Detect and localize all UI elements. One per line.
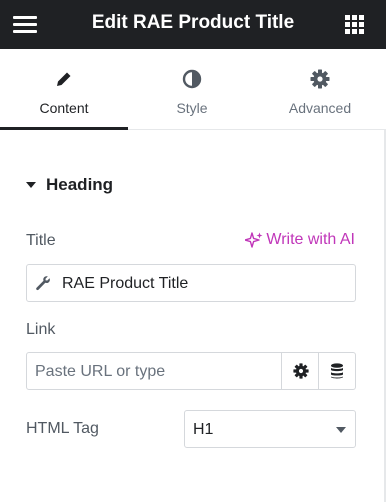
link-label: Link (26, 321, 56, 338)
link-url-input[interactable]: Paste URL or type (26, 352, 356, 390)
chevron-down-icon (336, 427, 346, 433)
panel-tabs: Content Style Advanced (0, 49, 386, 130)
title-input-value: RAE Product Title (62, 275, 189, 292)
grid-apps-icon[interactable] (345, 15, 364, 34)
html-tag-selected: H1 (193, 421, 214, 438)
caret-down-icon (26, 182, 36, 188)
tab-advanced-label: Advanced (288, 100, 352, 116)
panel-title: Edit RAE Product Title (91, 12, 295, 33)
html-tag-select[interactable]: H1 (184, 410, 356, 448)
tab-content-label: Content (39, 100, 89, 116)
title-label: Title (26, 232, 56, 249)
tab-style-label: Style (176, 100, 208, 116)
section-heading-toggle[interactable]: Heading (26, 174, 113, 196)
link-url-placeholder: Paste URL or type (35, 363, 166, 380)
write-with-ai-label: Write with AI (266, 231, 355, 248)
dynamic-tags-button[interactable] (318, 353, 355, 389)
tab-advanced[interactable]: Advanced (256, 49, 384, 129)
write-with-ai-link[interactable]: Write with AI (245, 231, 355, 249)
html-tag-label: HTML Tag (26, 420, 99, 437)
pencil-icon (57, 72, 71, 86)
database-icon (331, 363, 343, 379)
ai-sparkle-icon (245, 232, 263, 248)
link-options-button[interactable] (281, 353, 318, 389)
wrench-icon (36, 276, 50, 291)
tab-style[interactable]: Style (128, 49, 256, 129)
section-title: Heading (46, 175, 114, 194)
half-circle-contrast-icon (182, 69, 202, 89)
gear-icon (293, 363, 309, 379)
panel-header: Edit RAE Product Title (0, 0, 386, 49)
gear-icon (310, 69, 330, 89)
title-input[interactable]: RAE Product Title (26, 264, 356, 302)
tab-content[interactable]: Content (0, 49, 128, 130)
